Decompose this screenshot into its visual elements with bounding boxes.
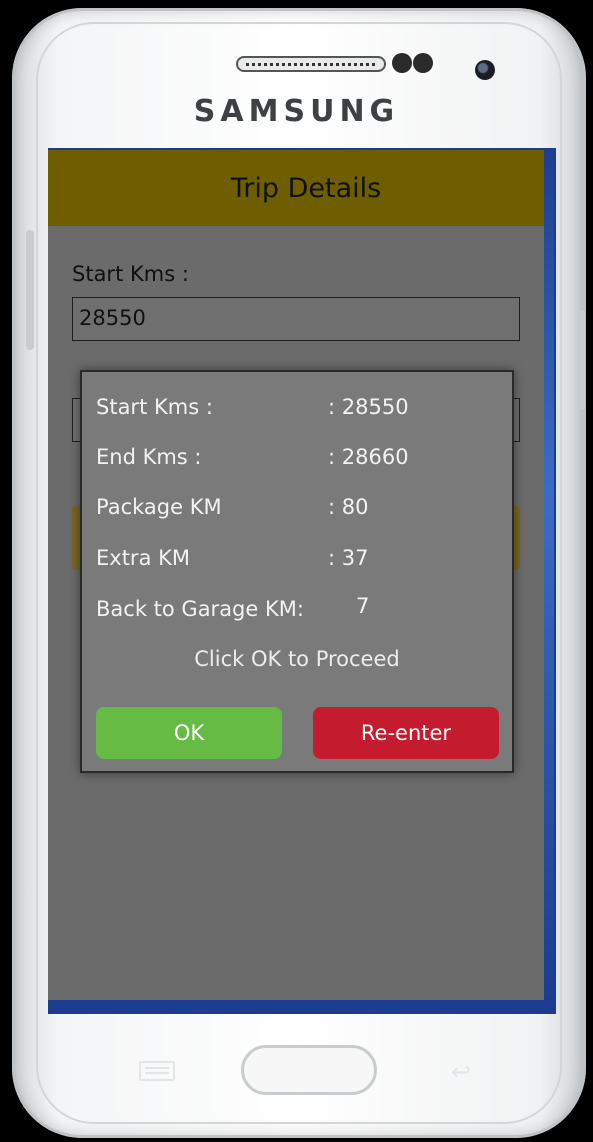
dialog-row-label: Package KM xyxy=(96,495,222,519)
volume-key xyxy=(26,230,34,350)
start-kms-label: Start Kms : xyxy=(72,262,189,286)
start-kms-field[interactable]: 28550 xyxy=(72,297,520,341)
dialog-row-value: : 37 xyxy=(328,546,369,570)
reenter-button[interactable]: Re-enter xyxy=(313,707,499,759)
back-key-icon[interactable]: ↩ xyxy=(451,1058,491,1086)
power-key xyxy=(577,310,585,410)
dialog-prompt: Click OK to Proceed xyxy=(194,647,400,671)
dialog-row-value: 7 xyxy=(356,594,370,618)
front-camera xyxy=(475,60,495,80)
light-sensor xyxy=(413,53,433,73)
app-bar: Trip Details xyxy=(48,150,544,226)
home-button[interactable] xyxy=(241,1045,377,1095)
proximity-sensor xyxy=(392,53,412,73)
page-title: Trip Details xyxy=(230,172,382,204)
earpiece-speaker xyxy=(236,56,386,72)
brand-logo: SAMSUNG xyxy=(193,94,400,129)
screen-edge xyxy=(544,150,554,1000)
menu-key-icon[interactable] xyxy=(139,1061,175,1081)
dialog-row-value: : 28550 xyxy=(328,395,409,419)
dialog-row-value: : 28660 xyxy=(328,445,409,469)
dialog-row-label: End Kms : xyxy=(96,445,202,469)
confirmation-dialog: Start Kms : : 28550 End Kms : : 28660 Pa… xyxy=(80,370,514,773)
dialog-row-label: Extra KM xyxy=(96,546,190,570)
ok-button[interactable]: OK xyxy=(96,707,282,759)
dialog-row-label: Start Kms : xyxy=(96,395,213,419)
dialog-row-value: : 80 xyxy=(328,495,369,519)
dialog-row-label: Back to Garage KM: xyxy=(96,597,304,621)
